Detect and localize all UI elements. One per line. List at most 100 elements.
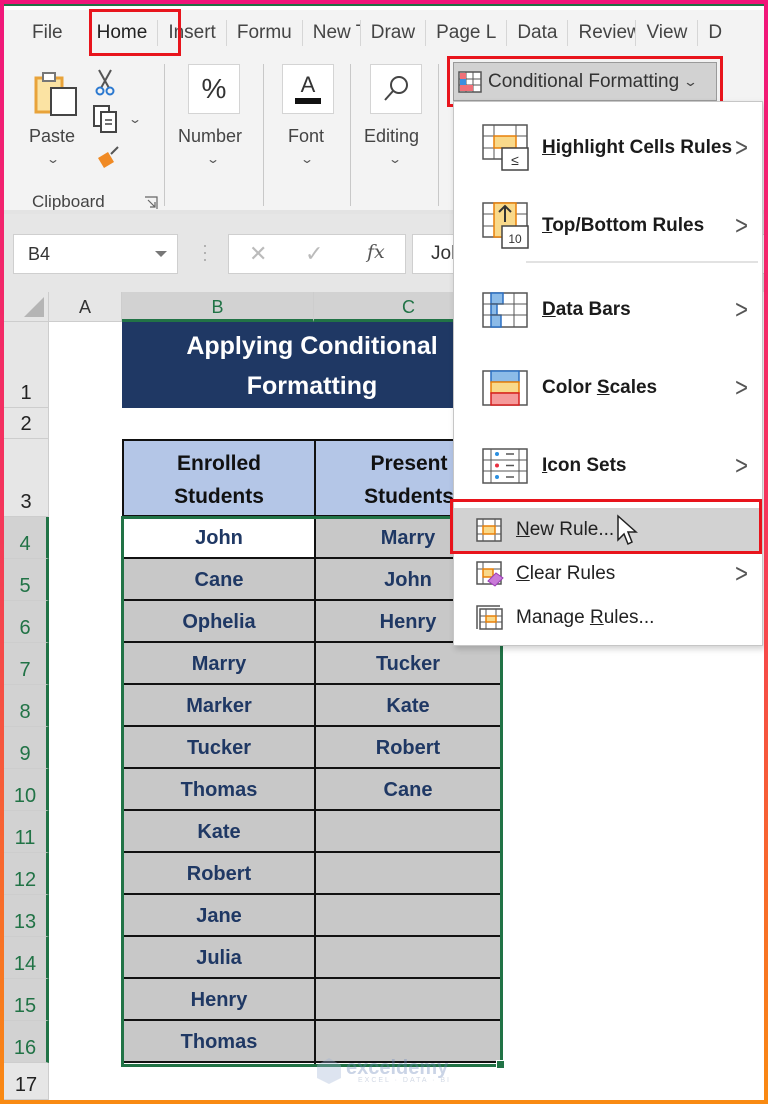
cell-enrolled-student[interactable]: Tucker <box>124 727 314 769</box>
row-header-3[interactable]: 3 <box>4 439 49 517</box>
name-box-dropdown-icon[interactable] <box>155 251 167 257</box>
cell-present-student[interactable] <box>316 811 500 853</box>
cell-enrolled-student[interactable]: John <box>124 517 314 559</box>
select-all-triangle-icon <box>24 297 44 317</box>
row-header-10[interactable]: 10 <box>4 769 49 811</box>
cell-enrolled-student[interactable]: Julia <box>124 937 314 979</box>
conditional-formatting-icon <box>458 70 482 93</box>
submenu-arrow-icon: > <box>735 558 748 589</box>
menu-item-highlight-cells-rules[interactable]: ≤ Highlight Cells Rules > <box>454 112 762 184</box>
mouse-cursor-icon <box>617 514 638 546</box>
header-line-1: Enrolled <box>176 452 261 475</box>
fill-handle[interactable] <box>496 1060 505 1069</box>
svg-text:≤: ≤ <box>511 152 519 168</box>
menu-item-label: Clear Rules <box>516 563 616 584</box>
row-header-1[interactable]: 1 <box>4 322 49 408</box>
clipboard-launcher-icon[interactable] <box>144 196 158 210</box>
column-header-a[interactable]: A <box>49 292 122 322</box>
cell-enrolled-student[interactable]: Thomas <box>124 1021 314 1063</box>
tab-new-tab[interactable]: New Ta <box>303 20 361 46</box>
cell-present-student[interactable] <box>316 937 500 979</box>
row-header-9[interactable]: 9 <box>4 727 49 769</box>
svg-text:10: 10 <box>508 232 522 246</box>
row-header-11[interactable]: 11 <box>4 811 49 853</box>
header-line-2: Students <box>174 485 264 508</box>
cell-present-student[interactable]: Tucker <box>316 643 500 685</box>
cell-present-student[interactable]: Robert <box>316 727 500 769</box>
cell-enrolled-student[interactable]: Jane <box>124 895 314 937</box>
submenu-arrow-icon: > <box>735 450 748 481</box>
menu-item-icon-sets[interactable]: Icon Sets > <box>454 430 762 502</box>
cut-icon[interactable] <box>94 68 116 96</box>
cell-enrolled-student[interactable]: Thomas <box>124 769 314 811</box>
column-divider <box>314 517 316 1065</box>
cancel-icon[interactable]: ✕ <box>249 241 267 267</box>
cell-enrolled-student[interactable]: Marry <box>124 643 314 685</box>
top-bottom-rules-icon: 10 <box>482 202 529 249</box>
tab-data[interactable]: Data <box>507 20 569 46</box>
row-header-12[interactable]: 12 <box>4 853 49 895</box>
editing-button[interactable]: Editing ⌄ <box>360 64 434 174</box>
paste-button[interactable]: Paste ⌄ <box>26 66 86 176</box>
menu-item-manage-rules[interactable]: Manage Rules... <box>454 596 762 640</box>
cell-present-student[interactable]: Cane <box>316 769 500 811</box>
row-header-6[interactable]: 6 <box>4 601 49 643</box>
menu-item-label: Top/Bottom Rules <box>542 215 705 236</box>
row-header-7[interactable]: 7 <box>4 643 49 685</box>
cell-enrolled-student[interactable]: Kate <box>124 811 314 853</box>
title-bar-strip <box>4 4 764 6</box>
tab-file[interactable]: File <box>4 20 87 46</box>
name-box[interactable]: B4 <box>13 234 178 274</box>
menu-item-color-scales[interactable]: Color Scales > <box>454 352 762 424</box>
row-header-15[interactable]: 15 <box>4 979 49 1021</box>
row-header-2[interactable]: 2 <box>4 408 49 439</box>
cell-enrolled-student[interactable]: Robert <box>124 853 314 895</box>
format-painter-icon[interactable] <box>94 144 122 172</box>
cell-enrolled-student[interactable]: Henry <box>124 979 314 1021</box>
row-header-17[interactable]: 17 <box>4 1063 49 1100</box>
title-cell[interactable]: Applying Conditional Formatting <box>122 322 502 408</box>
row-header-13[interactable]: 13 <box>4 895 49 937</box>
menu-item-top-bottom-rules[interactable]: 10 Top/Bottom Rules > <box>454 190 762 262</box>
conditional-formatting-label: Conditional Formatting <box>488 70 680 92</box>
excel-window: File Home Insert Formu New Ta Draw Page … <box>4 4 764 1100</box>
copy-icon[interactable] <box>92 104 122 134</box>
separator <box>438 64 439 206</box>
row-header-8[interactable]: 8 <box>4 685 49 727</box>
column-header-b[interactable]: B <box>122 292 314 322</box>
menu-item-clear-rules[interactable]: Clear Rules > <box>454 552 762 596</box>
font-label: Font <box>288 126 325 146</box>
cell-present-student[interactable] <box>316 895 500 937</box>
row-header-5[interactable]: 5 <box>4 559 49 601</box>
number-button[interactable]: % Number ⌄ <box>172 64 256 174</box>
tab-page-layout[interactable]: Page L <box>426 20 508 46</box>
menu-item-label: Highlight Cells Rules <box>542 137 733 158</box>
tab-draw[interactable]: Draw <box>361 20 427 46</box>
percent-icon: % <box>188 64 240 114</box>
menu-item-data-bars[interactable]: Data Bars > <box>454 274 762 346</box>
cell-present-student[interactable] <box>316 979 500 1021</box>
cell-enrolled-student[interactable]: Marker <box>124 685 314 727</box>
select-all-button[interactable] <box>4 292 49 322</box>
font-button[interactable]: A Font ⌄ <box>272 64 342 174</box>
cell-enrolled-student[interactable]: Cane <box>124 559 314 601</box>
cell-enrolled-student[interactable]: Ophelia <box>124 601 314 643</box>
insert-function-icon[interactable]: fx <box>367 241 385 263</box>
copy-dropdown-icon[interactable]: ⌄ <box>128 112 142 126</box>
conditional-formatting-button[interactable]: Conditional Formatting ⌄ <box>453 62 717 101</box>
tab-more[interactable]: D <box>698 20 732 46</box>
clipboard-group-label: Clipboard <box>32 192 105 211</box>
row-header-16[interactable]: 16 <box>4 1021 49 1063</box>
tab-review[interactable]: Review <box>568 20 637 46</box>
tab-formulas[interactable]: Formu <box>227 20 303 46</box>
drag-handle-icon[interactable]: · · · <box>202 236 208 268</box>
tab-view[interactable]: View <box>636 20 699 46</box>
watermark: exceldemy EXCEL · DATA · BI <box>316 1057 462 1087</box>
header-enrolled-students[interactable]: Enrolled Students <box>122 439 316 517</box>
cell-present-student[interactable]: Kate <box>316 685 500 727</box>
cell-present-student[interactable] <box>316 853 500 895</box>
enter-icon[interactable]: ✓ <box>305 241 323 267</box>
row-header-14[interactable]: 14 <box>4 937 49 979</box>
row-header-4[interactable]: 4 <box>4 517 49 559</box>
number-dropdown-icon: ⌄ <box>205 152 221 166</box>
